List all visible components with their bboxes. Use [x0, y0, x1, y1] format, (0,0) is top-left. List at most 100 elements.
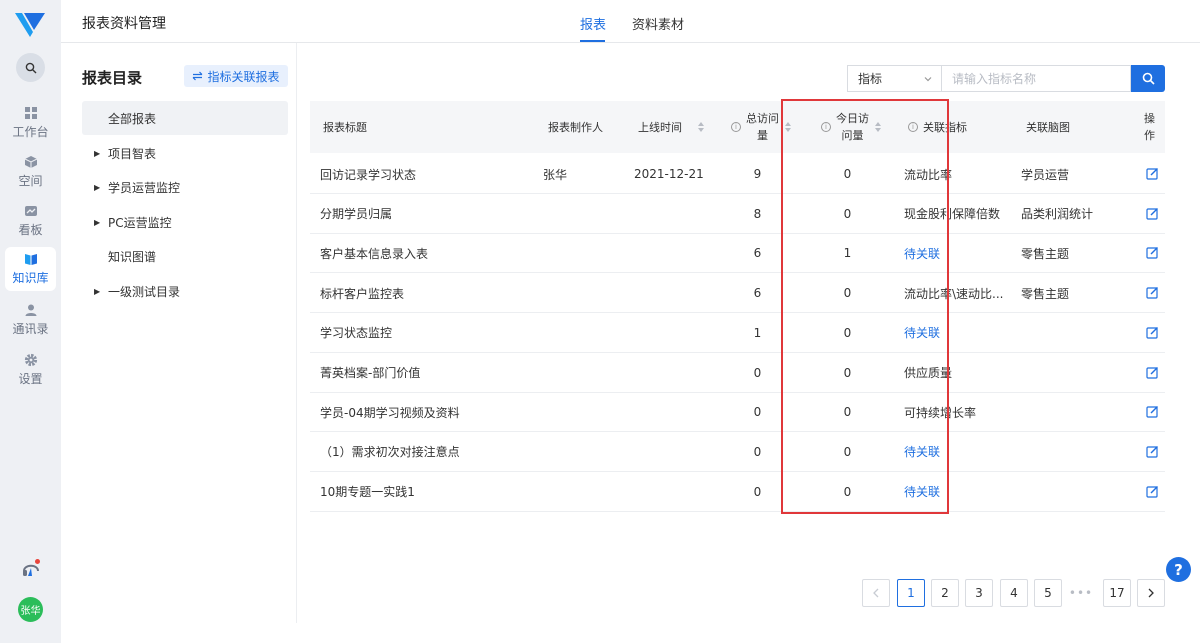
cell-mindmap [1021, 313, 1121, 353]
cell-today: 1 [843, 246, 852, 261]
table-row[interactable]: （1）需求初次对接注意点 0 0 待关联 [310, 432, 1165, 472]
cell-metrics: 流动比率 [904, 167, 953, 182]
cell-metrics[interactable]: 待关联 [904, 472, 1008, 512]
nav-item-contacts[interactable]: 通讯录 [5, 298, 56, 342]
col-online-time[interactable]: 上线时间 [638, 101, 705, 153]
tree-item-project-reports[interactable]: ▶ 项目智表 [82, 136, 288, 170]
cell-title[interactable]: 学员-04期学习视频及资料 [320, 392, 535, 432]
cell-online-time [634, 392, 724, 432]
caret-right-icon[interactable]: ▶ [94, 287, 100, 296]
cell-today: 0 [843, 405, 852, 420]
global-search-button[interactable] [16, 53, 45, 82]
cell-title[interactable]: 菁英档案-部门价值 [320, 353, 535, 393]
edit-icon[interactable] [1146, 485, 1159, 498]
cell-total: 9 [753, 167, 762, 181]
col-online-time-label: 上线时间 [638, 121, 682, 134]
cell-title[interactable]: 回访记录学习状态 [320, 154, 535, 194]
col-total-visits[interactable]: i 总访问 量 [731, 101, 792, 153]
table-row[interactable]: 菁英档案-部门价值 0 0 供应质量 [310, 353, 1165, 393]
table-row[interactable]: 学员-04期学习视频及资料 0 0 可持续增长率 [310, 392, 1165, 433]
cell-title[interactable]: 客户基本信息录入表 [320, 233, 535, 273]
tree-item-student-ops[interactable]: ▶ 学员运营监控 [82, 170, 288, 204]
chevron-right-icon [1148, 588, 1154, 598]
tree-item-pc-ops[interactable]: ▶ PC运营监控 [82, 205, 288, 239]
col-operation: 操 作 [1144, 101, 1155, 153]
search-type-select[interactable]: 指标 [847, 65, 941, 92]
search-button[interactable] [1131, 65, 1165, 92]
search-input[interactable] [941, 65, 1131, 92]
help-button[interactable]: ? [1166, 557, 1191, 582]
nav-item-dashboard[interactable]: 看板 [5, 199, 56, 243]
tree-item-test-directory[interactable]: ▶ 一级测试目录 [82, 274, 288, 308]
caret-right-icon[interactable]: ▶ [94, 218, 100, 227]
sort-icon[interactable] [698, 122, 705, 132]
table-row[interactable]: 回访记录学习状态 张华 2021-12-21 9 0 流动比率 学员运营 [310, 154, 1165, 194]
edit-icon[interactable] [1146, 286, 1159, 299]
col-total-visits-line2: 量 [757, 129, 768, 142]
dashboard-icon [24, 206, 37, 216]
cell-title[interactable]: 标杆客户监控表 [320, 273, 535, 313]
cell-metrics: 可持续增长率 [904, 405, 977, 420]
cell-total: 6 [753, 286, 762, 301]
caret-right-icon[interactable]: ▶ [94, 183, 100, 192]
search-icon [25, 62, 36, 73]
nav-item-knowledge-base[interactable]: 知识库 [5, 247, 56, 291]
col-title: 报表标题 [323, 101, 367, 153]
edit-icon[interactable] [1146, 326, 1159, 339]
cell-metrics[interactable]: 待关联 [904, 432, 1008, 472]
edit-icon[interactable] [1146, 366, 1159, 379]
page-button[interactable]: 2 [931, 579, 959, 607]
cube-icon [24, 156, 37, 168]
next-page-button[interactable] [1137, 579, 1165, 607]
info-icon[interactable]: i [731, 122, 741, 132]
sort-icon[interactable] [785, 122, 792, 132]
edit-icon[interactable] [1146, 167, 1159, 180]
prev-page-button[interactable] [862, 579, 890, 607]
page-button[interactable]: 3 [965, 579, 993, 607]
left-nav-rail: 工作台 空间 看板 知识库 通讯录 设置 张华 [0, 0, 61, 643]
table-row[interactable]: 分期学员归属 8 0 现金股利保障倍数 品类利润统计 [310, 194, 1165, 234]
caret-right-icon[interactable]: ▶ [94, 149, 100, 158]
page-button[interactable]: 1 [897, 579, 925, 607]
edit-icon[interactable] [1146, 445, 1159, 458]
tab-reports[interactable]: 报表 [580, 14, 606, 33]
cell-metrics[interactable]: 待关联 [904, 233, 1008, 273]
nav-item-space[interactable]: 空间 [5, 150, 56, 194]
table-row[interactable]: 学习状态监控 1 0 待关联 [310, 313, 1165, 353]
cell-online-time [634, 472, 724, 512]
page-button[interactable]: 5 [1034, 579, 1062, 607]
cell-author [543, 273, 623, 313]
nav-item-settings[interactable]: 设置 [5, 348, 56, 392]
avatar[interactable]: 张华 [18, 597, 43, 622]
tree-item-all-reports[interactable]: 全部报表 [82, 101, 288, 135]
chevron-left-icon [873, 588, 879, 598]
cell-mindmap: 品类利润统计 [1021, 207, 1094, 222]
cell-mindmap: 零售主题 [1021, 286, 1070, 301]
pagination-ellipsis[interactable]: ••• [1068, 579, 1094, 607]
info-icon[interactable]: i [908, 122, 918, 132]
tree-item-knowledge-graph[interactable]: 知识图谱 [82, 239, 288, 273]
tab-materials[interactable]: 资料素材 [632, 14, 684, 33]
page-button-last[interactable]: 17 [1103, 579, 1131, 607]
cell-author [543, 472, 623, 512]
cell-title[interactable]: （1）需求初次对接注意点 [320, 432, 535, 472]
sort-icon[interactable] [875, 122, 882, 132]
edit-icon[interactable] [1146, 405, 1159, 418]
cell-title[interactable]: 学习状态监控 [320, 313, 535, 353]
edit-icon[interactable] [1146, 246, 1159, 259]
info-icon[interactable]: i [821, 122, 831, 132]
col-metrics-label: 关联指标 [923, 121, 967, 134]
table-row[interactable]: 10期专题一实践1 0 0 待关联 [310, 472, 1165, 512]
edit-icon[interactable] [1146, 207, 1159, 220]
cell-title[interactable]: 分期学员归属 [320, 194, 535, 234]
table-row[interactable]: 客户基本信息录入表 6 1 待关联 零售主题 [310, 233, 1165, 274]
col-today-visits[interactable]: i 今日访 问量 [821, 101, 882, 153]
app-logo[interactable] [13, 10, 47, 40]
tree-item-label: 一级测试目录 [108, 284, 181, 299]
cell-metrics[interactable]: 待关联 [904, 313, 1008, 353]
nav-item-workbench[interactable]: 工作台 [5, 101, 56, 145]
metric-link-report-button[interactable]: 指标关联报表 [184, 65, 288, 87]
page-button[interactable]: 4 [1000, 579, 1028, 607]
cell-title[interactable]: 10期专题一实践1 [320, 472, 535, 512]
table-row[interactable]: 标杆客户监控表 6 0 流动比率\速动比... 零售主题 [310, 273, 1165, 314]
